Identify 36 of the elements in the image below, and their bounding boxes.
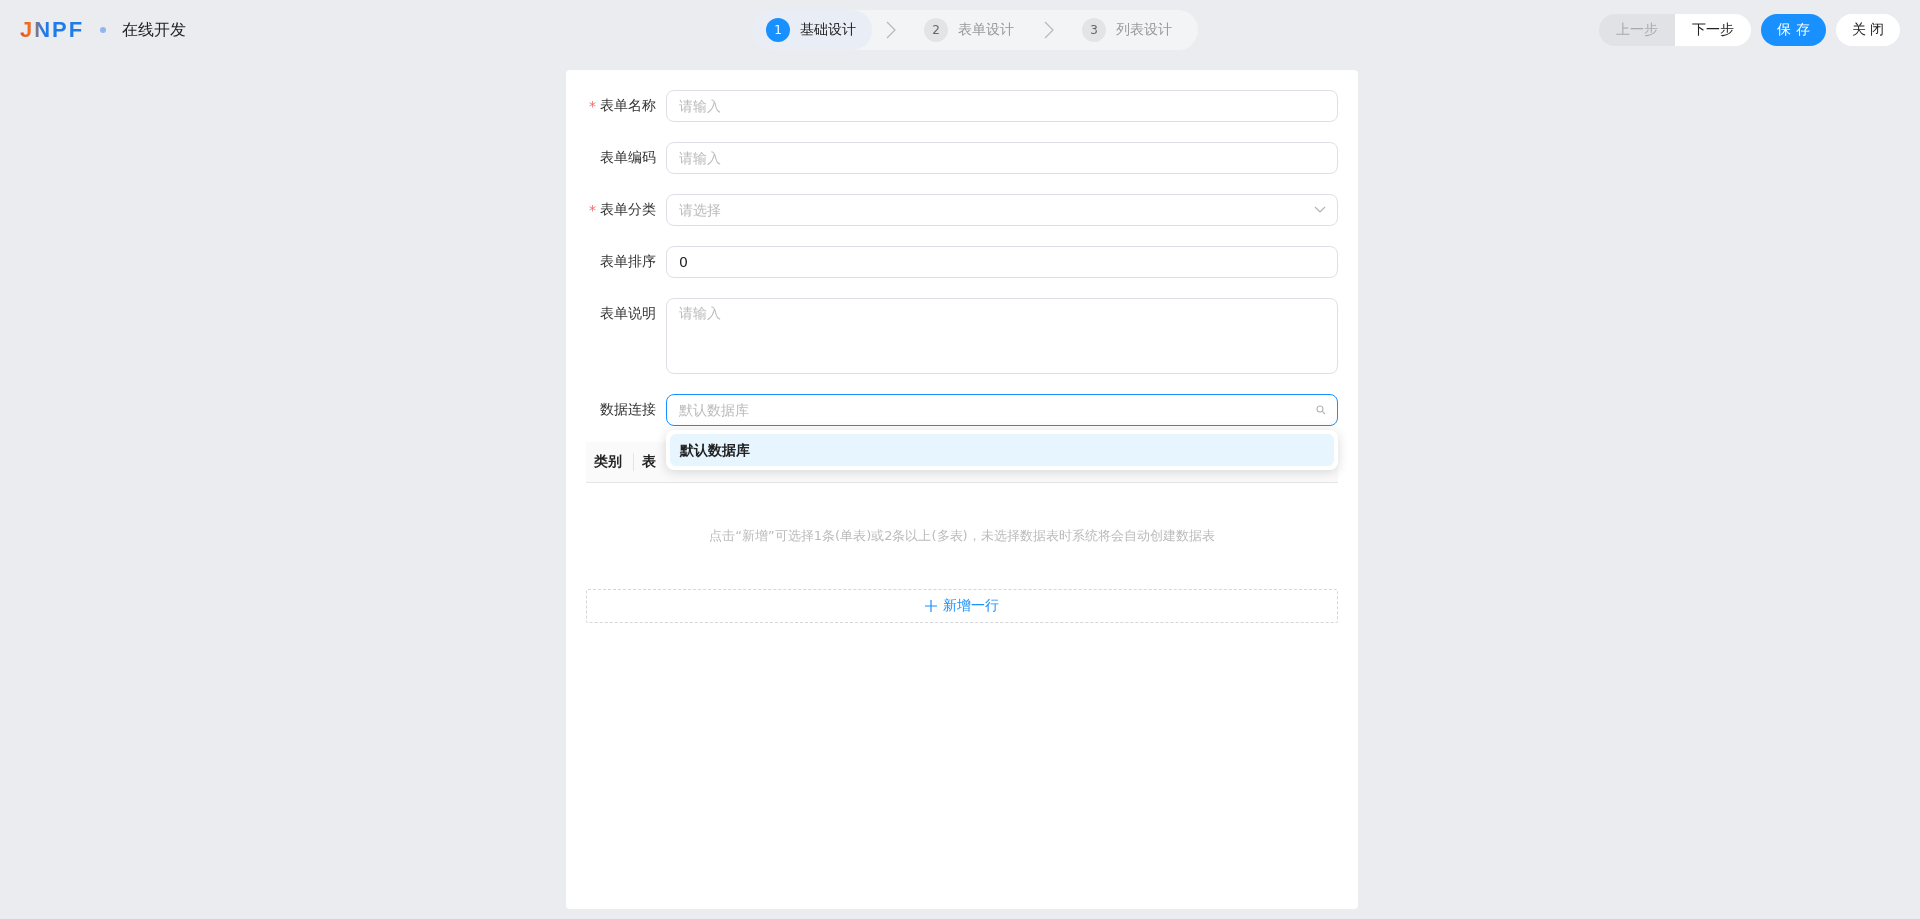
required-mark: * xyxy=(589,202,596,218)
field-label: 表单编码 xyxy=(600,149,656,167)
chevron-icon xyxy=(886,21,896,39)
chevron-icon xyxy=(1044,21,1054,39)
search-field[interactable]: 默认数据库 xyxy=(666,394,1338,426)
text-field[interactable]: 请输入 xyxy=(666,142,1338,174)
field-label: 表单分类 xyxy=(600,201,656,219)
select-field[interactable]: 请选择 xyxy=(666,194,1338,226)
field-label: 表单排序 xyxy=(600,253,656,271)
empty-hint: 点击“新增”可选择1条(单表)或2条以上(多表)，未选择数据表时系统将会自动创建数据表 xyxy=(708,527,1216,545)
step-label: 表单设计 xyxy=(958,21,1014,39)
action-button[interactable]: 关 闭 xyxy=(1835,14,1900,46)
search-icon xyxy=(1316,405,1326,415)
step-tab[interactable]: 3 列表设计 xyxy=(1068,10,1188,50)
field-label: 数据连接 xyxy=(600,401,656,419)
step-tab[interactable]: 1 基础设计 xyxy=(752,10,872,50)
description-field[interactable]: 请输入 xyxy=(666,298,1338,374)
step-tab[interactable]: 2 表单设计 xyxy=(910,10,1030,50)
text-field[interactable]: 0 xyxy=(666,246,1338,278)
chevron-down-icon xyxy=(1314,206,1326,214)
text-field[interactable]: 请输入 xyxy=(666,90,1338,122)
column-header: 类别 xyxy=(586,453,634,471)
required-mark: * xyxy=(589,98,596,114)
plus-icon xyxy=(925,600,937,612)
step-label: 基础设计 xyxy=(800,21,856,39)
field-label: 表单说明 xyxy=(600,305,656,323)
field-label: 表单名称 xyxy=(600,97,656,115)
page-title: 在线开发 xyxy=(122,19,187,41)
step-number: 2 xyxy=(924,18,948,42)
action-button[interactable]: 下一步 xyxy=(1675,14,1752,46)
step-number: 3 xyxy=(1082,18,1106,42)
dropdown-option[interactable]: 默认数据库 xyxy=(670,434,1334,466)
dot-icon xyxy=(100,27,107,33)
step-number: 1 xyxy=(766,18,790,42)
column-header: 表 xyxy=(641,453,657,471)
step-label: 列表设计 xyxy=(1116,21,1172,39)
